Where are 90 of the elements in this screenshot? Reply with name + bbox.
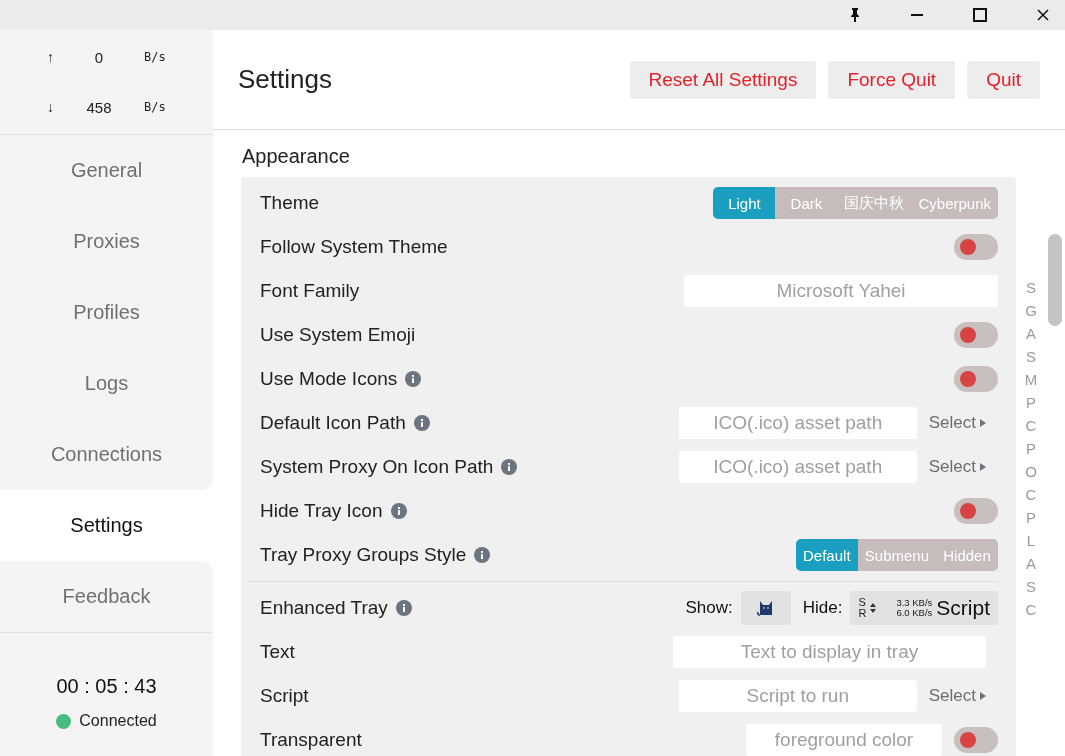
index-letter[interactable]: L <box>1026 529 1036 552</box>
index-letter[interactable]: S <box>1026 575 1036 598</box>
download-speed: 6.0 KB/s <box>896 608 933 618</box>
index-letter[interactable]: G <box>1025 299 1037 322</box>
setting-label: System Proxy On Icon Path <box>260 456 494 478</box>
caret-icon <box>980 692 986 700</box>
mode-letter: R <box>858 608 867 619</box>
hide-label: Hide: <box>802 598 843 618</box>
cat-icon-button[interactable] <box>740 591 791 625</box>
setting-label: Theme <box>260 192 320 214</box>
info-icon[interactable] <box>474 547 491 563</box>
caret-icon <box>980 463 986 471</box>
traffic-arrow: ↑ <box>46 49 54 65</box>
caret-icon <box>980 419 986 427</box>
traffic-arrow: ↓ <box>46 99 54 115</box>
index-letter[interactable]: A <box>1026 322 1036 345</box>
input-field[interactable]: Microsoft Yahei <box>684 275 998 307</box>
page-title: Settings <box>238 64 332 95</box>
segment-option[interactable]: Light <box>713 187 776 219</box>
input-field[interactable]: ICO(.ico) asset path <box>678 451 917 483</box>
close-icon[interactable] <box>1037 9 1049 21</box>
nav-item[interactable]: Connections <box>0 419 213 490</box>
index-letter[interactable]: C <box>1025 414 1037 437</box>
toggle-switch[interactable] <box>954 727 998 753</box>
tray-text: Script <box>936 596 990 620</box>
select-button[interactable]: Select <box>928 413 976 433</box>
index-letter[interactable]: P <box>1026 437 1036 460</box>
info-icon[interactable] <box>413 415 430 431</box>
scrollbar-thumb[interactable] <box>1048 234 1062 326</box>
setting-label: Font Family <box>260 280 360 302</box>
show-label: Show: <box>685 598 733 618</box>
info-icon[interactable] <box>390 503 407 519</box>
mode-letter: S <box>858 597 867 608</box>
nav-item[interactable]: Feedback <box>0 561 213 632</box>
setting-label: Script <box>260 685 309 707</box>
section-title: Appearance <box>241 144 351 169</box>
segment-option[interactable]: Dark <box>775 187 838 219</box>
index-letter[interactable]: S <box>1026 276 1036 299</box>
input-field[interactable]: Text to display in tray <box>673 636 986 668</box>
index-letter[interactable]: C <box>1025 598 1037 621</box>
segment-option[interactable]: Hidden <box>936 539 998 571</box>
index-letter[interactable]: O <box>1025 460 1037 483</box>
sort-icon <box>870 603 877 613</box>
setting-label: Follow System Theme <box>260 236 448 258</box>
segment-option[interactable]: 国庆中秋 <box>837 187 912 219</box>
traffic-unit: B/s <box>144 50 166 64</box>
setting-label: Default Icon Path <box>260 412 406 434</box>
toggle-switch[interactable] <box>954 366 998 392</box>
input-field[interactable]: Script to run <box>678 680 917 712</box>
nav-item[interactable]: General <box>0 135 213 206</box>
status-label: Connected <box>79 712 157 730</box>
index-letter[interactable]: P <box>1026 391 1036 414</box>
index-letter[interactable]: M <box>1024 368 1038 391</box>
toggle-switch[interactable] <box>954 322 998 348</box>
select-button[interactable]: Select <box>928 686 976 706</box>
setting-label: Use Mode Icons <box>260 368 398 390</box>
segment-option[interactable]: Submenu <box>857 539 936 571</box>
maximize-icon[interactable] <box>973 8 987 22</box>
setting-label: Hide Tray Icon <box>260 500 383 522</box>
input-field[interactable]: ICO(.ico) asset path <box>678 407 917 439</box>
header-button[interactable]: Reset All Settings <box>629 60 817 99</box>
input-field[interactable]: foreground color <box>746 724 942 756</box>
setting-label: Use System Emoji <box>260 324 416 346</box>
toggle-switch[interactable] <box>954 498 998 524</box>
info-icon[interactable] <box>405 371 422 387</box>
nav-item[interactable]: Proxies <box>0 206 213 277</box>
setting-label: Transparent <box>260 729 362 751</box>
select-button[interactable]: Select <box>928 457 976 477</box>
segment-option[interactable]: Default <box>795 539 858 571</box>
info-icon[interactable] <box>501 459 518 475</box>
pin-icon[interactable] <box>849 8 861 22</box>
toggle-switch[interactable] <box>954 234 998 260</box>
info-icon[interactable] <box>395 600 412 616</box>
traffic-unit: B/s <box>144 100 166 114</box>
nav-item[interactable]: Profiles <box>0 277 213 348</box>
setting-label: Enhanced Tray <box>260 597 388 619</box>
setting-label: Text <box>260 641 295 663</box>
connection-timer: 00 : 05 : 43 <box>56 675 157 698</box>
traffic-value: 0 <box>93 48 105 66</box>
index-letter[interactable]: C <box>1025 483 1037 506</box>
setting-label: Tray Proxy Groups Style <box>260 544 467 566</box>
traffic-value: 458 <box>85 98 113 116</box>
nav-item[interactable]: Logs <box>0 348 213 419</box>
header-button[interactable]: Force Quit <box>828 60 956 99</box>
header-button[interactable]: Quit <box>967 60 1040 99</box>
upload-speed: 3.3 KB/s <box>896 598 933 608</box>
index-letter[interactable]: P <box>1026 506 1036 529</box>
index-letter[interactable]: A <box>1026 552 1036 575</box>
index-letter[interactable]: S <box>1026 345 1036 368</box>
segment-option[interactable]: Cyberpunk <box>911 187 998 219</box>
